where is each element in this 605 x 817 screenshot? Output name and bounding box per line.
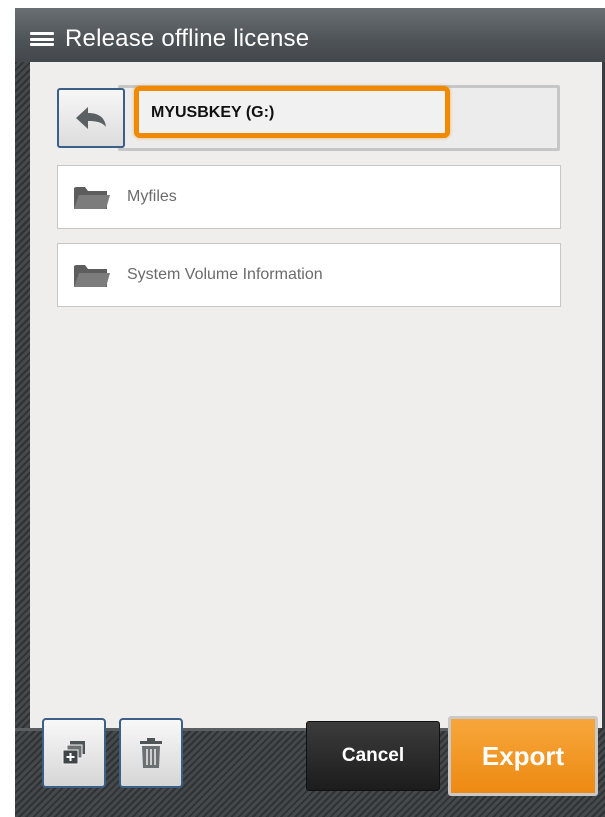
trash-icon <box>140 738 162 768</box>
new-folder-icon <box>62 741 85 765</box>
window-title: Release offline license <box>65 25 310 52</box>
title-bar: Release offline license <box>15 8 605 70</box>
current-drive-label: MYUSBKEY (G:) <box>151 104 275 121</box>
export-button[interactable]: Export <box>448 716 598 796</box>
folder-icon <box>74 187 110 209</box>
hamburger-menu-icon[interactable] <box>30 29 54 49</box>
folder-item-myfiles[interactable]: Myfiles <box>57 165 561 229</box>
cancel-button[interactable]: Cancel <box>306 721 440 791</box>
folder-label: System Volume Information <box>127 266 323 283</box>
folder-icon <box>74 265 110 287</box>
back-button[interactable] <box>57 88 125 148</box>
folder-label: Myfiles <box>127 188 177 205</box>
left-border-pattern <box>15 62 30 728</box>
delete-button[interactable] <box>119 718 183 788</box>
back-arrow-icon <box>76 107 106 129</box>
content-area <box>30 62 602 728</box>
new-folder-button[interactable] <box>42 718 106 788</box>
folder-item-system-volume-information[interactable]: System Volume Information <box>57 243 561 307</box>
